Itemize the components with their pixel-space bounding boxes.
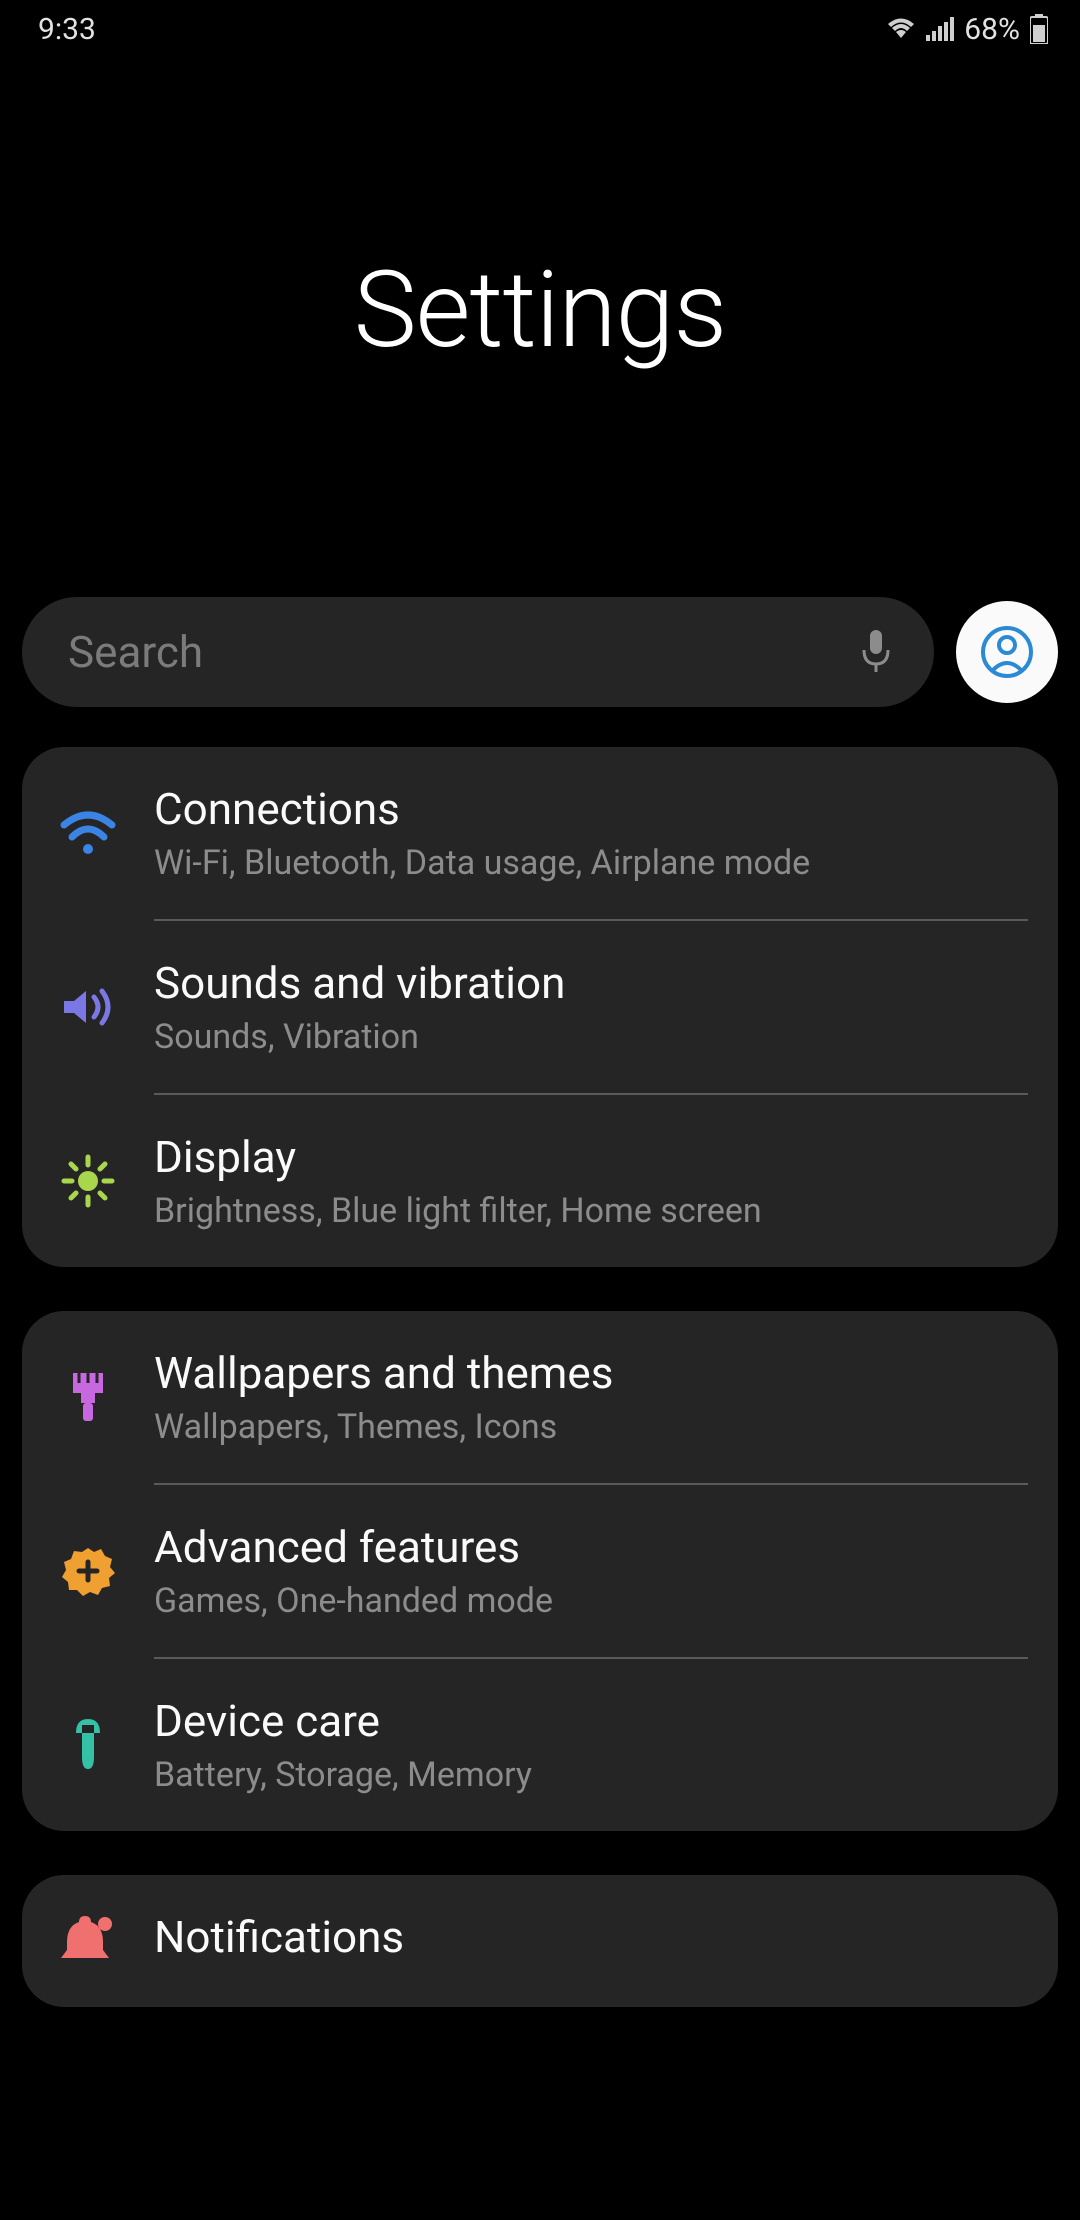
- item-advanced[interactable]: Advanced features Games, One-handed mode: [22, 1485, 1058, 1657]
- wifi-icon: [886, 17, 916, 41]
- item-wallpapers[interactable]: Wallpapers and themes Wallpapers, Themes…: [22, 1311, 1058, 1483]
- wifi-icon: [22, 811, 154, 855]
- item-notifications[interactable]: Notifications: [22, 1875, 1058, 2007]
- settings-group: Notifications: [22, 1875, 1058, 2007]
- item-subtitle: Wallpapers, Themes, Icons: [154, 1407, 1028, 1447]
- settings-group: Connections Wi-Fi, Bluetooth, Data usage…: [22, 747, 1058, 1267]
- settings-group: Wallpapers and themes Wallpapers, Themes…: [22, 1311, 1058, 1831]
- page-title: Settings: [0, 248, 1080, 372]
- status-bar: 9:33 68%: [0, 0, 1080, 58]
- gear-plus-icon: [22, 1544, 154, 1598]
- account-icon: [980, 625, 1034, 679]
- item-device-care[interactable]: Device care Battery, Storage, Memory: [22, 1659, 1058, 1831]
- brightness-icon: [22, 1153, 154, 1209]
- battery-percent: 68%: [964, 12, 1020, 47]
- item-connections[interactable]: Connections Wi-Fi, Bluetooth, Data usage…: [22, 747, 1058, 919]
- signal-icon: [926, 17, 954, 41]
- item-title: Connections: [154, 783, 1028, 835]
- search-placeholder: Search: [68, 626, 860, 678]
- item-subtitle: Sounds, Vibration: [154, 1017, 1028, 1057]
- settings-list: Connections Wi-Fi, Bluetooth, Data usage…: [0, 707, 1080, 2007]
- item-title: Sounds and vibration: [154, 957, 1028, 1009]
- item-subtitle: Brightness, Blue light filter, Home scre…: [154, 1191, 1028, 1231]
- search-input[interactable]: Search: [22, 597, 934, 707]
- item-subtitle: Wi-Fi, Bluetooth, Data usage, Airplane m…: [154, 843, 1028, 883]
- item-subtitle: Battery, Storage, Memory: [154, 1755, 1028, 1795]
- brush-icon: [22, 1371, 154, 1423]
- account-button[interactable]: [956, 601, 1058, 703]
- item-display[interactable]: Display Brightness, Blue light filter, H…: [22, 1095, 1058, 1267]
- item-sounds[interactable]: Sounds and vibration Sounds, Vibration: [22, 921, 1058, 1093]
- search-row: Search: [22, 597, 1058, 707]
- battery-icon: [1030, 14, 1048, 44]
- status-time: 9:33: [38, 12, 96, 47]
- item-title: Display: [154, 1131, 1028, 1183]
- notifications-icon: [22, 1916, 154, 1966]
- sound-icon: [22, 985, 154, 1029]
- item-title: Wallpapers and themes: [154, 1347, 1028, 1399]
- mic-icon[interactable]: [860, 628, 892, 676]
- item-title: Notifications: [154, 1911, 1028, 1963]
- item-subtitle: Games, One-handed mode: [154, 1581, 1028, 1621]
- item-title: Advanced features: [154, 1521, 1028, 1573]
- wrench-icon: [22, 1717, 154, 1773]
- status-right: 68%: [886, 12, 1048, 47]
- item-title: Device care: [154, 1695, 1028, 1747]
